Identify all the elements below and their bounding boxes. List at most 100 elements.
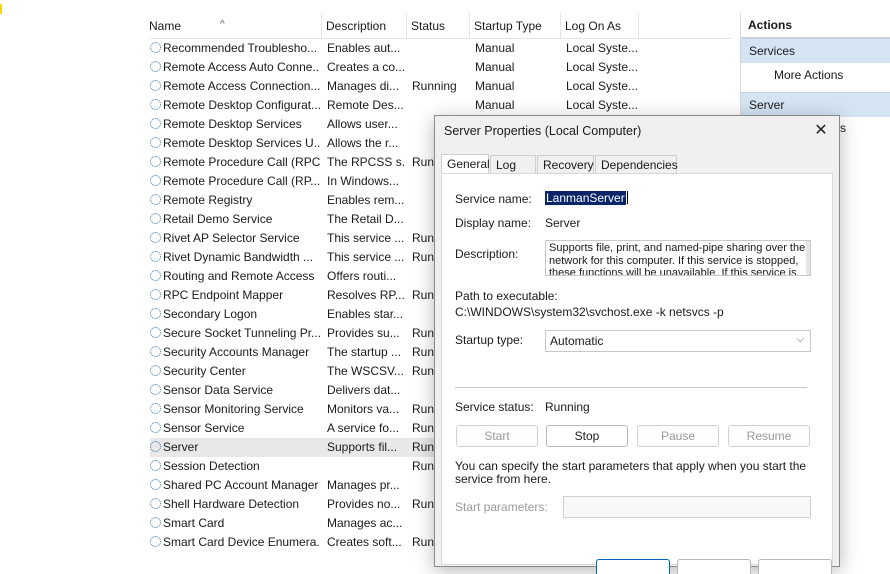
pause-button[interactable]: Pause: [637, 425, 719, 447]
service-desc-cell: Creates soft...: [327, 535, 402, 549]
service-name-cell: Security Accounts Manager: [150, 343, 320, 362]
service-gear-icon: [150, 289, 161, 300]
column-header-status[interactable]: Status: [407, 13, 470, 38]
service-status-value: Running: [545, 400, 590, 414]
chevron-down-icon: ⌵: [796, 334, 804, 345]
service-desc-cell: This service ...: [327, 231, 405, 245]
general-tab-panel: Service name: LanmanServer Display name:…: [441, 173, 833, 565]
service-name-cell: Sensor Service: [150, 419, 320, 438]
resume-button[interactable]: Resume: [728, 425, 810, 447]
service-name-cell: Recommended Troublesho...: [150, 39, 320, 58]
service-name-cell: Routing and Remote Access: [150, 267, 320, 286]
tab-general[interactable]: General: [441, 154, 490, 174]
service-logon-cell: Local Syste...: [566, 79, 639, 93]
service-name-cell: Remote Procedure Call (RPC): [150, 153, 320, 172]
service-desc-cell: Offers routi...: [327, 269, 397, 283]
list-header: Name ^ Description Status Startup Type L…: [150, 13, 732, 39]
service-desc-cell: This service ...: [327, 250, 405, 264]
service-name-cell: Remote Procedure Call (RP...: [150, 172, 320, 191]
service-gear-icon: [150, 384, 161, 395]
service-gear-icon: [150, 61, 161, 72]
service-gear-icon: [150, 251, 161, 262]
service-name-cell: Remote Desktop Services U...: [150, 134, 320, 153]
service-gear-icon: [150, 422, 161, 433]
cancel-button[interactable]: [677, 559, 751, 574]
tab-log-on[interactable]: Log On: [490, 155, 536, 190]
service-gear-icon: [150, 517, 161, 528]
column-header-startup-type[interactable]: Startup Type: [470, 13, 561, 38]
service-desc-cell: Provides no...: [327, 497, 401, 511]
startup-type-select[interactable]: Automatic ⌵: [545, 330, 811, 352]
service-desc-cell: Monitors va...: [327, 402, 400, 416]
service-desc-cell: The WSCSV...: [327, 364, 404, 378]
service-gear-icon: [150, 346, 161, 357]
ok-button[interactable]: [596, 559, 670, 574]
service-desc-cell: Creates a co...: [327, 60, 405, 74]
apply-button[interactable]: [758, 559, 832, 574]
service-gear-icon: [150, 213, 161, 224]
service-row[interactable]: Recommended Troublesho... Enables aut... M…: [150, 39, 732, 58]
service-desc-cell: Manages di...: [327, 79, 400, 93]
service-desc-cell: Resolves RP...: [327, 288, 405, 302]
column-header-description[interactable]: Description: [322, 13, 407, 38]
service-desc-cell: Provides su...: [327, 326, 400, 340]
service-name-value[interactable]: LanmanServer: [545, 191, 628, 205]
close-icon[interactable]: ✕: [809, 119, 833, 143]
service-name-cell: Rivet AP Selector Service: [150, 229, 320, 248]
service-desc-cell: The RPCSS s...: [327, 155, 405, 169]
service-gear-icon: [150, 498, 161, 509]
service-desc-cell: The Retail D...: [327, 212, 404, 226]
service-name-cell: Session Detection: [150, 457, 320, 476]
service-name-cell: Remote Access Auto Conne...: [150, 58, 320, 77]
service-status-label: Service status:: [455, 400, 534, 414]
more-actions-link[interactable]: More Actions: [741, 63, 890, 87]
separator: [455, 387, 807, 388]
path-value: C:\WINDOWS\system32\svchost.exe -k netsv…: [455, 305, 724, 319]
service-gear-icon: [150, 403, 161, 414]
service-gear-icon: [150, 308, 161, 319]
service-desc-cell: Supports fil...: [327, 440, 398, 454]
service-row[interactable]: Remote Desktop Configurat... Remote Des..…: [150, 96, 732, 115]
actions-group-server[interactable]: Server: [741, 92, 890, 117]
service-row[interactable]: Remote Access Auto Conne... Creates a co.…: [150, 58, 732, 77]
start-button[interactable]: Start: [456, 425, 538, 447]
service-desc-cell: A service fo...: [327, 421, 400, 435]
service-gear-icon: [150, 137, 161, 148]
column-header-name[interactable]: Name ^: [150, 13, 322, 38]
service-status-cell: Running: [412, 79, 457, 93]
description-label: Description:: [455, 247, 519, 261]
service-name-cell: Smart Card Device Enumera...: [150, 533, 320, 552]
server-properties-dialog: Server Properties (Local Computer) ✕ Gen…: [434, 115, 840, 574]
description-box[interactable]: Supports file, print, and named-pipe sha…: [545, 240, 811, 276]
service-desc-cell: Manages pr...: [327, 478, 400, 492]
service-name-cell: Remote Desktop Configurat...: [150, 96, 320, 115]
service-startup-cell: Manual: [475, 79, 515, 93]
column-header-log-on-as[interactable]: Log On As: [561, 13, 639, 38]
stop-button[interactable]: Stop: [546, 425, 628, 447]
start-params-input[interactable]: [563, 496, 811, 518]
service-name-cell: Secondary Logon: [150, 305, 320, 324]
display-name-value[interactable]: Server: [545, 216, 580, 230]
tab-recovery[interactable]: Recovery: [537, 155, 594, 173]
service-startup-cell: Manual: [475, 98, 515, 112]
description-scrollbar[interactable]: [806, 241, 810, 275]
service-row[interactable]: Remote Access Connection... Manages di...…: [150, 77, 732, 96]
service-gear-icon: [150, 479, 161, 490]
service-desc-cell: Enables rem...: [327, 193, 405, 207]
start-params-label: Start parameters:: [455, 500, 548, 514]
path-label: Path to executable:: [455, 289, 558, 303]
service-name-cell: Retail Demo Service: [150, 210, 320, 229]
service-name-cell: Sensor Data Service: [150, 381, 320, 400]
service-desc-cell: In Windows...: [327, 174, 400, 188]
actions-item-partial[interactable]: s: [840, 121, 846, 135]
service-desc-cell: Allows the r...: [327, 136, 399, 150]
startup-type-label: Startup type:: [455, 333, 524, 347]
actions-group-services[interactable]: Services: [741, 38, 890, 63]
service-name-cell: Smart Card: [150, 514, 320, 533]
service-gear-icon: [150, 156, 161, 167]
service-desc-cell: Allows user...: [327, 117, 398, 131]
service-gear-icon: [150, 365, 161, 376]
tab-dependencies[interactable]: Dependencies: [595, 155, 678, 173]
dialog-title: Server Properties (Local Computer): [444, 124, 642, 138]
folder-icon: [0, 4, 2, 14]
